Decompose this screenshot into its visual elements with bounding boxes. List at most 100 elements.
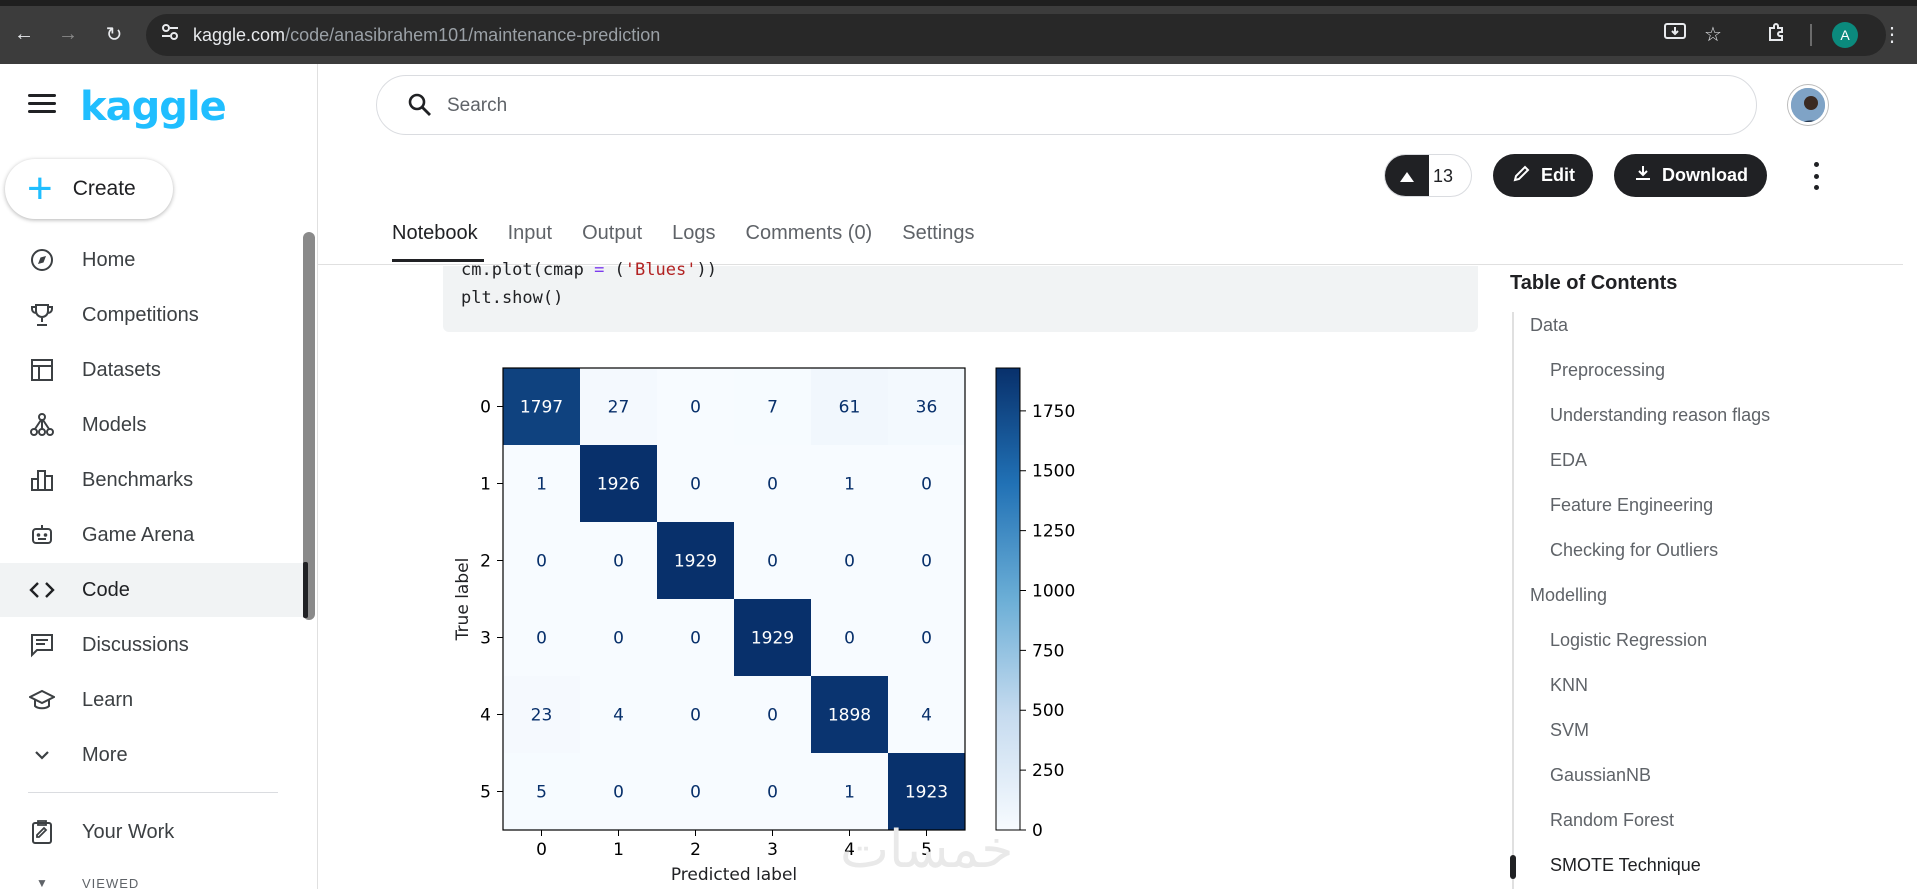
toc-item[interactable]: SVM [1550,720,1589,741]
robot-icon [28,521,56,549]
code-string: 'Blues' [624,260,697,280]
reload-icon[interactable]: ↻ [98,18,130,50]
toolbar-separator [1810,24,1812,46]
sidebar-item-competitions[interactable]: Competitions [0,288,312,342]
code-line: plt.show() [461,288,564,308]
vote-count: 13 [1433,166,1454,186]
more-options-icon[interactable] [1806,162,1826,190]
tab-logs[interactable]: Logs [672,222,715,262]
y-tick-label: 2 [480,552,491,572]
toc-item[interactable]: KNN [1550,675,1588,696]
sidebar-item-more[interactable]: More [0,728,312,782]
cell-value-label: 61 [839,398,861,418]
cell-value-label: 1898 [828,706,871,726]
tab-output[interactable]: Output [582,222,642,262]
chevron-down-icon [28,741,56,769]
back-icon[interactable]: ← [8,18,40,50]
cell-value-label: 0 [536,552,547,572]
cell-value-label: 0 [690,783,701,803]
tab-comments[interactable]: Comments (0) [746,222,873,262]
site-settings-icon[interactable] [160,22,180,48]
download-icon [1634,164,1652,187]
download-button[interactable]: Download [1614,154,1767,197]
confusion-matrix-chart: 1797 27 0 7 61 36 1 1926 0 0 1 0 0 0 1929 0 0 0 0 0 0 1929 0 0 2… [440,355,1100,889]
toc-current-marker [1510,855,1516,879]
toc-item[interactable]: Data [1530,315,1568,336]
sidebar-item-label: Your Work [82,820,175,843]
sidebar-item-your-work[interactable]: Your Work [0,805,312,859]
sidebar-item-label: Competitions [82,303,199,326]
school-icon [28,686,56,714]
cell-value-label: 1 [844,475,855,495]
clipboard-icon [28,818,56,846]
upvote-arrow-icon[interactable] [1385,155,1429,196]
watermark: خمسات [840,820,1014,880]
toc-item[interactable]: SMOTE Technique [1550,855,1701,876]
sidebar-item-datasets[interactable]: Datasets [0,343,312,397]
tab-input[interactable]: Input [508,222,552,262]
colorbar-tick-label: 0 [1032,821,1043,841]
cell-value-label: 0 [767,783,778,803]
code-token: cm.plot(cmap [461,260,595,280]
active-nav-indicator [303,562,308,618]
toc-item[interactable]: Random Forest [1550,810,1674,831]
x-tick-label: 3 [767,840,778,860]
toc-item[interactable]: Preprocessing [1550,360,1665,381]
compass-icon [28,246,56,274]
cell-value-label: 4 [613,706,624,726]
colorbar-tick-label: 500 [1032,701,1064,721]
url-path: /code/anasibrahem101/maintenance-predict… [285,25,661,45]
url-host: kaggle.com [193,25,286,45]
table-icon [28,356,56,384]
toc-item[interactable]: Checking for Outliers [1550,540,1718,561]
install-app-icon[interactable] [1664,22,1686,48]
create-button[interactable]: + Create [5,159,173,219]
toc-item[interactable]: EDA [1550,450,1587,471]
url-text[interactable]: kaggle.com/code/anasibrahem101/maintenan… [193,25,660,46]
upvote-widget[interactable]: 13 [1384,154,1472,197]
sidebar-item-learn[interactable]: Learn [0,673,312,727]
colorbar-tick-label: 750 [1032,641,1064,661]
toc-item[interactable]: Feature Engineering [1550,495,1713,516]
browser-menu-icon[interactable]: ⋮ [1882,22,1902,47]
sidebar-item-label: Home [82,248,136,271]
sidebar-item-benchmarks[interactable]: Benchmarks [0,453,312,507]
y-tick-label: 4 [480,706,491,726]
tab-settings[interactable]: Settings [902,222,974,262]
sidebar-item-label: Game Arena [82,523,195,546]
browser-toolbar: ← → ↻ kaggle.com/code/anasibrahem101/mai… [0,0,1917,64]
sidebar-item-models[interactable]: Models [0,398,312,452]
tab-notebook[interactable]: Notebook [392,222,484,262]
create-label: Create [72,177,136,200]
trophy-icon [28,301,56,329]
toc-item[interactable]: Logistic Regression [1550,630,1707,651]
cell-value-label: 0 [767,475,778,495]
bookmark-star-icon[interactable]: ☆ [1704,22,1722,47]
search-bar[interactable]: Search [376,75,1757,135]
cell-value-label: 5 [536,783,547,803]
models-icon [28,411,56,439]
sidebar-item-home[interactable]: Home [0,233,312,287]
avatar[interactable] [1788,85,1828,125]
colorbar-tick-label: 1250 [1032,522,1075,542]
toc-item[interactable]: GaussianNB [1550,765,1651,786]
forward-icon[interactable]: → [52,18,84,50]
sidebar-item-game-arena[interactable]: Game Arena [0,508,312,562]
sidebar-item-discussions[interactable]: Discussions [0,618,312,672]
y-tick-label: 5 [480,783,491,803]
search-input[interactable]: Search [447,95,507,117]
code-cell[interactable]: cm.plot(cmap = ('Blues')) plt.show() [443,260,1478,332]
hamburger-menu-icon[interactable] [28,94,56,114]
toc-item[interactable]: Understanding reason flags [1550,405,1770,426]
viewed-toggle-icon[interactable]: ▼ [36,876,48,890]
browser-account-avatar[interactable]: A [1832,22,1858,48]
cell-value-label: 0 [921,475,932,495]
edit-button[interactable]: Edit [1493,154,1593,197]
sidebar-item-code[interactable]: Code [0,563,312,617]
cell-value-label: 4 [921,706,932,726]
extensions-icon[interactable] [1767,22,1787,48]
cell-value-label: 0 [536,629,547,649]
toc-item[interactable]: Modelling [1530,585,1607,606]
cell-value-label: 23 [531,706,553,726]
kaggle-logo[interactable]: kaggle [80,84,227,130]
